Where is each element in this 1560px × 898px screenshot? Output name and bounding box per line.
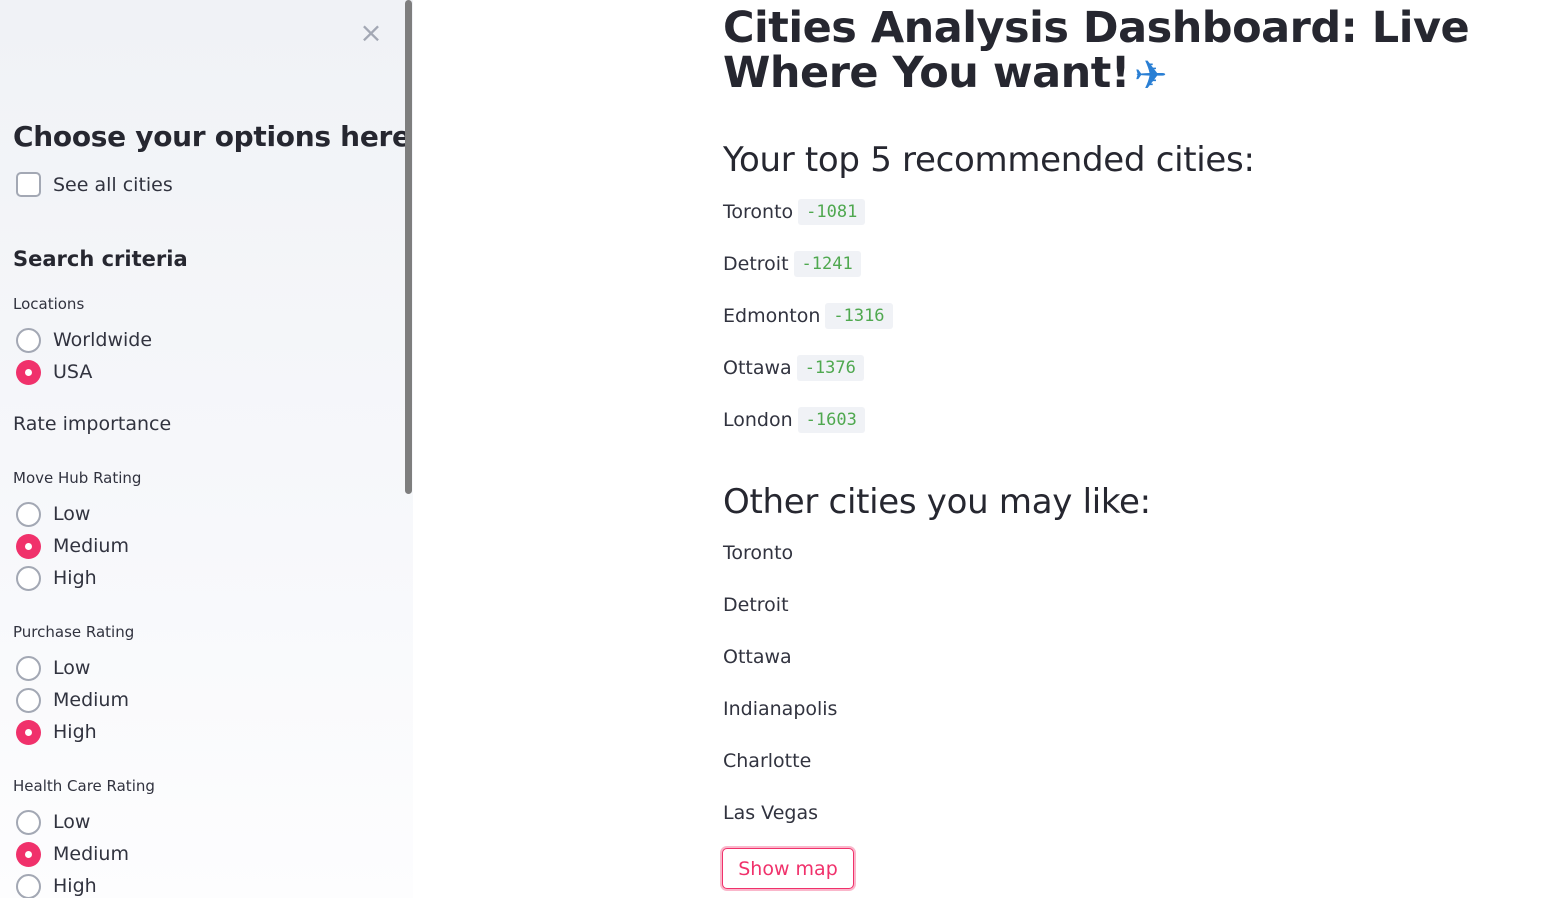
show-map-button[interactable]: Show map bbox=[722, 848, 854, 889]
radio-label: Worldwide bbox=[53, 329, 153, 351]
city-score: -1081 bbox=[798, 199, 866, 225]
radio-label: Medium bbox=[53, 843, 129, 865]
checkbox-box[interactable] bbox=[16, 172, 41, 197]
other-city-item: Detroit bbox=[723, 594, 789, 616]
radio-circle[interactable] bbox=[16, 655, 41, 681]
other-cities-heading: Other cities you may like: bbox=[723, 482, 1151, 522]
radio-label: Low bbox=[53, 657, 91, 679]
radio-label: High bbox=[53, 721, 97, 743]
page-title-text: Cities Analysis Dashboard: Live Where Yo… bbox=[723, 3, 1470, 98]
city-score: -1241 bbox=[793, 251, 861, 277]
other-city-item: Toronto bbox=[723, 542, 794, 564]
see-all-cities-checkbox[interactable]: See all cities bbox=[16, 172, 173, 197]
radio-circle-checked[interactable] bbox=[16, 841, 41, 867]
top-city-row: Detroit -1241 bbox=[723, 251, 861, 277]
other-city-item: Las Vegas bbox=[723, 802, 818, 824]
main-content: Cities Analysis Dashboard: Live Where Yo… bbox=[413, 0, 1560, 898]
sidebar: × Choose your options here See all citie… bbox=[0, 0, 413, 898]
radio-label: High bbox=[53, 567, 97, 589]
radio-health-care-medium[interactable]: Medium bbox=[16, 840, 129, 868]
radio-circle[interactable] bbox=[16, 873, 41, 898]
airplane-icon: ✈ bbox=[1133, 53, 1168, 99]
radio-move-hub-high[interactable]: High bbox=[16, 564, 97, 592]
other-city-item: Ottawa bbox=[723, 646, 792, 668]
radio-label: High bbox=[53, 875, 97, 897]
other-city-item: Indianapolis bbox=[723, 698, 838, 720]
radio-move-hub-medium[interactable]: Medium bbox=[16, 532, 129, 560]
city-score: -1603 bbox=[797, 407, 865, 433]
sidebar-heading: Choose your options here bbox=[13, 120, 411, 153]
sidebar-scrollbar[interactable] bbox=[405, 0, 412, 494]
radio-health-care-high[interactable]: High bbox=[16, 872, 97, 898]
radio-circle[interactable] bbox=[16, 687, 41, 713]
rate-importance-text: Rate importance bbox=[13, 413, 172, 435]
search-criteria-heading: Search criteria bbox=[13, 247, 188, 271]
radio-purchase-low[interactable]: Low bbox=[16, 654, 90, 682]
radio-circle-checked[interactable] bbox=[16, 359, 41, 385]
radio-label: Medium bbox=[53, 535, 129, 557]
health-care-rating-label: Health Care Rating bbox=[13, 777, 155, 795]
radio-health-care-low[interactable]: Low bbox=[16, 808, 90, 836]
radio-circle-checked[interactable] bbox=[16, 533, 41, 559]
top-city-row: Edmonton -1316 bbox=[723, 303, 893, 329]
city-score: -1376 bbox=[796, 355, 864, 381]
radio-label: Low bbox=[53, 503, 91, 525]
city-name: Ottawa bbox=[723, 357, 792, 379]
radio-locations-worldwide[interactable]: Worldwide bbox=[16, 326, 152, 354]
city-name: Toronto bbox=[723, 201, 794, 223]
radio-circle[interactable] bbox=[16, 809, 41, 835]
radio-circle-checked[interactable] bbox=[16, 719, 41, 745]
city-score: -1316 bbox=[825, 303, 893, 329]
radio-circle[interactable] bbox=[16, 501, 41, 527]
page-title: Cities Analysis Dashboard: Live Where Yo… bbox=[723, 6, 1553, 99]
top5-heading: Your top 5 recommended cities: bbox=[723, 140, 1255, 180]
close-sidebar-icon[interactable]: × bbox=[358, 18, 384, 48]
radio-label: Low bbox=[53, 811, 91, 833]
radio-label: USA bbox=[53, 361, 93, 383]
top-city-row: Toronto -1081 bbox=[723, 199, 866, 225]
locations-label: Locations bbox=[13, 295, 85, 313]
city-name: London bbox=[723, 409, 793, 431]
top-city-row: London -1603 bbox=[723, 407, 865, 433]
radio-circle[interactable] bbox=[16, 565, 41, 591]
radio-move-hub-low[interactable]: Low bbox=[16, 500, 90, 528]
purchase-rating-label: Purchase Rating bbox=[13, 623, 135, 641]
radio-purchase-medium[interactable]: Medium bbox=[16, 686, 129, 714]
radio-locations-usa[interactable]: USA bbox=[16, 358, 92, 386]
checkbox-label: See all cities bbox=[53, 173, 173, 196]
move-hub-rating-label: Move Hub Rating bbox=[13, 469, 142, 487]
radio-circle[interactable] bbox=[16, 327, 41, 353]
city-name: Edmonton bbox=[723, 305, 821, 327]
top-city-row: Ottawa -1376 bbox=[723, 355, 864, 381]
radio-purchase-high[interactable]: High bbox=[16, 718, 97, 746]
other-city-item: Charlotte bbox=[723, 750, 812, 772]
radio-label: Medium bbox=[53, 689, 129, 711]
city-name: Detroit bbox=[723, 253, 789, 275]
